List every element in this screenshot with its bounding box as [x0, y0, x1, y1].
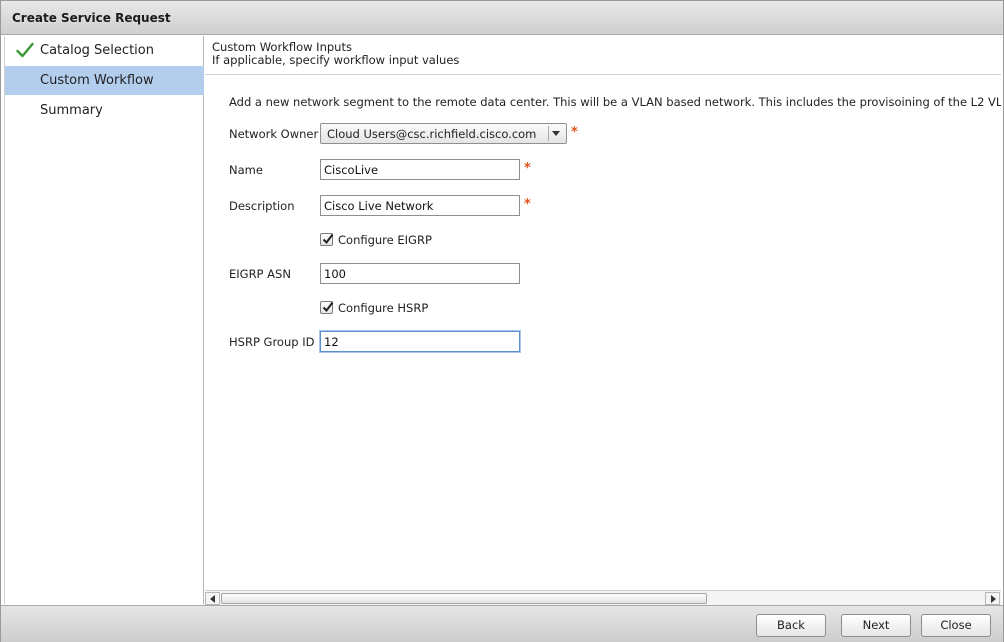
scroll-left-button[interactable] — [205, 592, 220, 605]
required-icon: * — [524, 197, 531, 212]
dialog-titlebar: Create Service Request — [1, 1, 1003, 35]
eigrp-asn-input[interactable] — [320, 263, 520, 284]
network-owner-select[interactable]: Cloud Users@csc.richfield.cisco.com — [320, 123, 567, 144]
next-button[interactable]: Next — [841, 614, 911, 637]
configure-eigrp-checkbox[interactable] — [320, 233, 334, 246]
dialog-footer: Back Next Close — [1, 605, 1003, 642]
network-owner-label: Network Owner — [229, 127, 319, 141]
configure-eigrp-label: Configure EIGRP — [338, 233, 432, 247]
section-divider — [205, 74, 1001, 75]
sidebar-item-catalog-selection[interactable]: Catalog Selection — [5, 36, 204, 65]
arrow-right-icon — [991, 595, 996, 603]
checkmark-icon — [322, 301, 334, 313]
network-owner-value: Cloud Users@csc.richfield.cisco.com — [327, 127, 537, 141]
create-service-request-dialog: Create Service Request Catalog Selection… — [0, 0, 1004, 642]
configure-hsrp-checkbox[interactable] — [320, 301, 334, 314]
description-label: Description — [229, 199, 295, 213]
workflow-description: Add a new network segment to the remote … — [229, 95, 1001, 109]
horizontal-scrollbar[interactable] — [205, 590, 1001, 605]
dialog-title: Create Service Request — [12, 11, 171, 25]
required-icon: * — [524, 161, 531, 176]
name-input[interactable] — [320, 159, 520, 180]
close-button[interactable]: Close — [921, 614, 991, 637]
eigrp-asn-label: EIGRP ASN — [229, 267, 291, 281]
scroll-right-button[interactable] — [985, 592, 1000, 605]
wizard-steps-sidebar: Catalog Selection Custom Workflow Summar… — [4, 36, 204, 604]
configure-hsrp-label: Configure HSRP — [338, 301, 429, 315]
workflow-form-panel: Custom Workflow Inputs If applicable, sp… — [205, 36, 1001, 592]
required-icon: * — [571, 125, 578, 140]
section-subtitle: If applicable, specify workflow input va… — [212, 53, 460, 67]
checkmark-icon — [16, 42, 34, 58]
chevron-down-icon — [552, 131, 560, 136]
section-header: Custom Workflow Inputs If applicable, sp… — [212, 41, 459, 67]
description-input[interactable] — [320, 195, 520, 216]
scroll-thumb[interactable] — [221, 593, 707, 604]
back-button[interactable]: Back — [756, 614, 826, 637]
arrow-left-icon — [210, 595, 215, 603]
sidebar-item-summary[interactable]: Summary — [5, 96, 204, 125]
sidebar-item-label: Catalog Selection — [40, 43, 154, 58]
sidebar-item-custom-workflow[interactable]: Custom Workflow — [5, 66, 204, 95]
checkmark-icon — [322, 233, 334, 245]
name-label: Name — [229, 163, 263, 177]
select-divider — [548, 126, 549, 141]
sidebar-item-label: Summary — [40, 103, 103, 118]
hsrp-group-id-label: HSRP Group ID — [229, 335, 315, 349]
hsrp-group-id-input[interactable] — [320, 331, 520, 352]
sidebar-item-label: Custom Workflow — [40, 73, 154, 88]
